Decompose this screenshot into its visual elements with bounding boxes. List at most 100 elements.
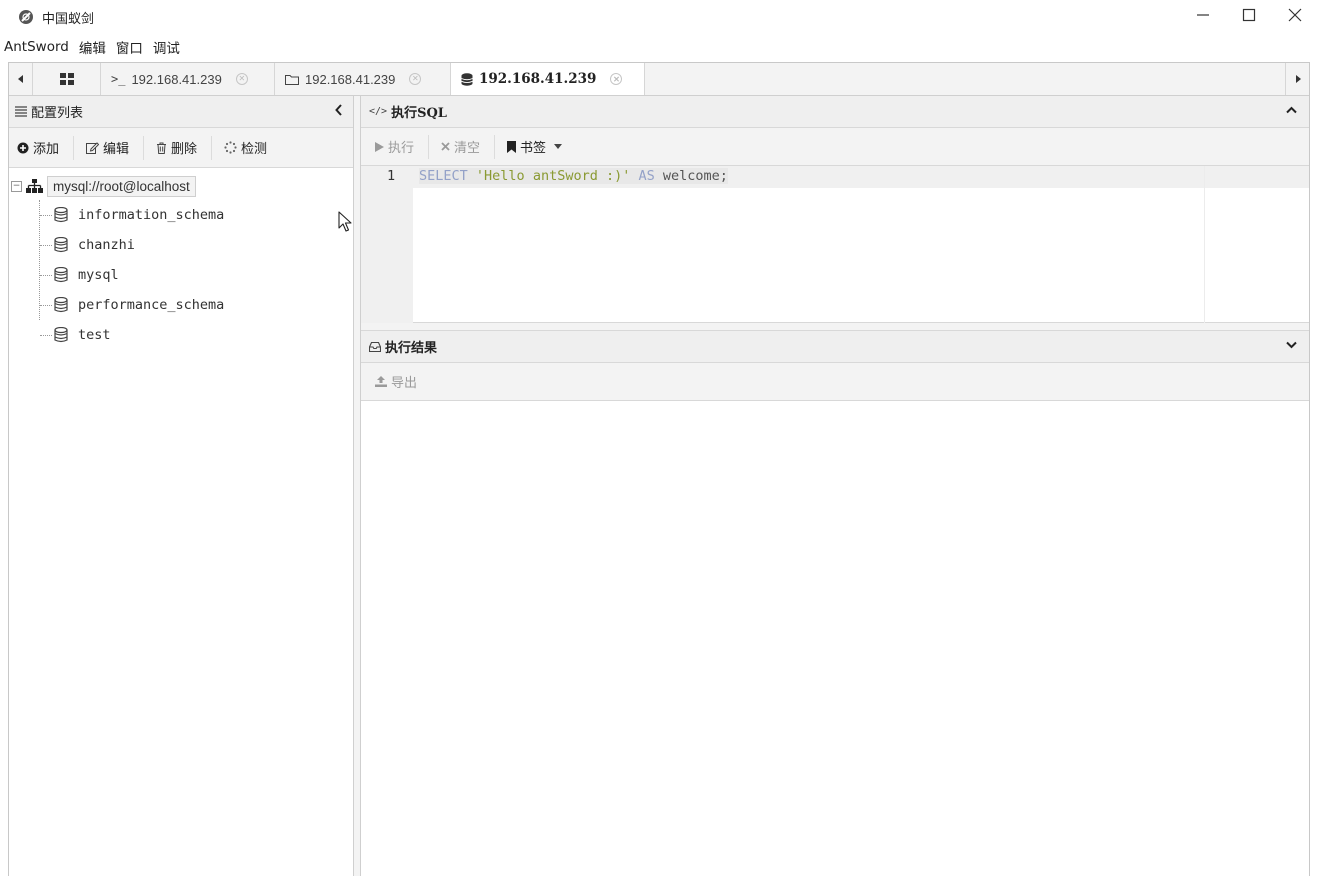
results-panel-header: 执行结果	[361, 331, 1309, 363]
tab-files-close-icon[interactable]: ✕	[409, 73, 422, 85]
maximize-icon	[1242, 8, 1256, 22]
tab-bar: >_ 192.168.41.239 ✕ 192.168.41.239 ✕ 192…	[9, 63, 1309, 96]
line-number: 1	[387, 168, 396, 184]
caret-left-icon	[17, 75, 23, 83]
execute-button[interactable]: 执行	[375, 134, 430, 159]
window-title: 中国蚁剑	[42, 11, 95, 27]
terminal-icon: >_	[111, 72, 126, 86]
database-tree: − mysql://root@localhost information_sch…	[9, 168, 353, 350]
chevron-left-icon	[335, 104, 342, 116]
plus-circle-icon	[17, 142, 29, 154]
tree-root-label[interactable]: mysql://root@localhost	[47, 175, 196, 197]
expand-results-panel-button[interactable]	[1286, 341, 1297, 349]
tree-item-performance-schema[interactable]: performance_schema	[40, 290, 353, 320]
tab-terminal-label: 192.168.41.239	[131, 71, 222, 87]
collapse-panel-button[interactable]	[335, 104, 343, 116]
tree-root-node[interactable]: − mysql://root@localhost	[9, 174, 353, 198]
tree-item-mysql[interactable]: mysql	[40, 260, 353, 290]
tree-item-test[interactable]: test	[39, 320, 353, 350]
close-button[interactable]	[1272, 0, 1318, 30]
folder-icon	[285, 74, 299, 85]
play-icon	[375, 141, 384, 152]
database-icon	[54, 327, 68, 343]
times-icon	[441, 142, 450, 151]
sql-toolbar: 执行 清空 书签	[361, 128, 1309, 166]
detect-button[interactable]: 检测	[224, 136, 281, 160]
tab-database[interactable]: 192.168.41.239 ✕	[451, 63, 645, 95]
sql-code-line[interactable]: SELECT 'Hello antSword :)' AS welcome;	[419, 168, 728, 184]
edit-icon	[86, 141, 100, 154]
sql-panel-title: 执行SQL	[391, 106, 447, 121]
vertical-splitter[interactable]	[354, 96, 361, 876]
print-margin	[1204, 166, 1205, 323]
collapse-sql-panel-button[interactable]	[1286, 106, 1297, 114]
code-icon: </>	[369, 106, 388, 117]
database-icon	[54, 297, 68, 313]
menu-debug[interactable]: 调试	[153, 37, 186, 57]
delete-button[interactable]: 删除	[156, 135, 213, 160]
bookmark-icon	[507, 140, 517, 153]
tab-home[interactable]	[33, 63, 101, 95]
list-icon	[15, 106, 27, 117]
tree-item-chanzhi[interactable]: chanzhi	[40, 230, 353, 260]
results-toolbar: 导出	[361, 363, 1309, 401]
horizontal-splitter[interactable]	[361, 323, 1309, 331]
grid-icon	[59, 73, 74, 85]
minimize-icon	[1197, 14, 1209, 16]
clear-button[interactable]: 清空	[441, 134, 496, 159]
title-bar: 中国蚁剑	[0, 0, 1318, 34]
window-controls	[1180, 0, 1318, 34]
menu-window[interactable]: 窗口	[116, 37, 149, 57]
config-toolbar: 添加 编辑 删除 检测	[9, 128, 353, 168]
menu-antsword[interactable]: AntSword	[4, 39, 75, 55]
caret-down-icon	[554, 144, 563, 149]
edit-button[interactable]: 编辑	[86, 135, 145, 160]
inbox-icon	[369, 341, 381, 352]
sql-workspace: </> 执行SQL 执行 清空 书签 1 SELECT 'Hello antSw…	[361, 96, 1309, 876]
spinner-icon	[224, 141, 237, 154]
caret-right-icon	[1295, 75, 1301, 83]
maximize-button[interactable]	[1226, 0, 1272, 30]
tab-terminal[interactable]: >_ 192.168.41.239 ✕	[101, 63, 275, 95]
sitemap-icon	[26, 179, 43, 193]
mouse-cursor-icon	[338, 211, 352, 237]
sql-editor[interactable]: 1 SELECT 'Hello antSword :)' AS welcome;	[361, 166, 1309, 323]
database-icon	[54, 207, 68, 223]
database-icon	[461, 72, 473, 86]
config-list-title: 配置列表	[31, 106, 84, 121]
tab-database-close-icon[interactable]: ✕	[610, 73, 623, 85]
upload-icon	[375, 376, 387, 387]
minimize-button[interactable]	[1180, 0, 1226, 30]
config-list-panel: 配置列表 添加 编辑 删除 检测 − mysql://root@localhos…	[9, 96, 354, 876]
sql-panel-header: </> 执行SQL	[361, 96, 1309, 128]
chevron-up-icon	[1286, 106, 1297, 114]
export-button[interactable]: 导出	[375, 370, 431, 394]
bookmark-button[interactable]: 书签	[507, 135, 576, 159]
antsword-logo-icon	[18, 9, 34, 25]
tree-children: information_schema chanzhi mysql perform…	[39, 200, 353, 350]
menu-bar: AntSword 编辑 窗口 调试	[0, 34, 1318, 60]
trash-icon	[156, 142, 167, 154]
editor-gutter	[361, 166, 413, 323]
close-icon	[1288, 8, 1302, 22]
tab-files-label: 192.168.41.239	[305, 71, 396, 87]
main-frame: >_ 192.168.41.239 ✕ 192.168.41.239 ✕ 192…	[8, 62, 1310, 876]
chevron-down-icon	[1286, 341, 1297, 349]
tab-scroll-right-button[interactable]	[1285, 63, 1309, 95]
sql-keyword-as: AS	[638, 168, 655, 184]
tree-item-information-schema[interactable]: information_schema	[40, 200, 353, 230]
tab-scroll-left-button[interactable]	[9, 63, 33, 95]
sql-string-literal: 'Hello antSword :)'	[475, 168, 631, 184]
database-icon	[54, 267, 68, 283]
tab-files[interactable]: 192.168.41.239 ✕	[275, 63, 451, 95]
menu-edit[interactable]: 编辑	[79, 37, 112, 57]
add-button[interactable]: 添加	[17, 135, 75, 160]
results-panel-title: 执行结果	[385, 341, 438, 356]
tree-collapse-toggle[interactable]: −	[11, 180, 22, 192]
tab-database-label: 192.168.41.239	[479, 71, 597, 87]
database-icon	[54, 237, 68, 253]
config-list-header: 配置列表	[9, 96, 353, 128]
tab-terminal-close-icon[interactable]: ✕	[235, 73, 248, 85]
sql-identifier: welcome;	[662, 168, 728, 184]
sql-keyword-select: SELECT	[419, 168, 468, 184]
